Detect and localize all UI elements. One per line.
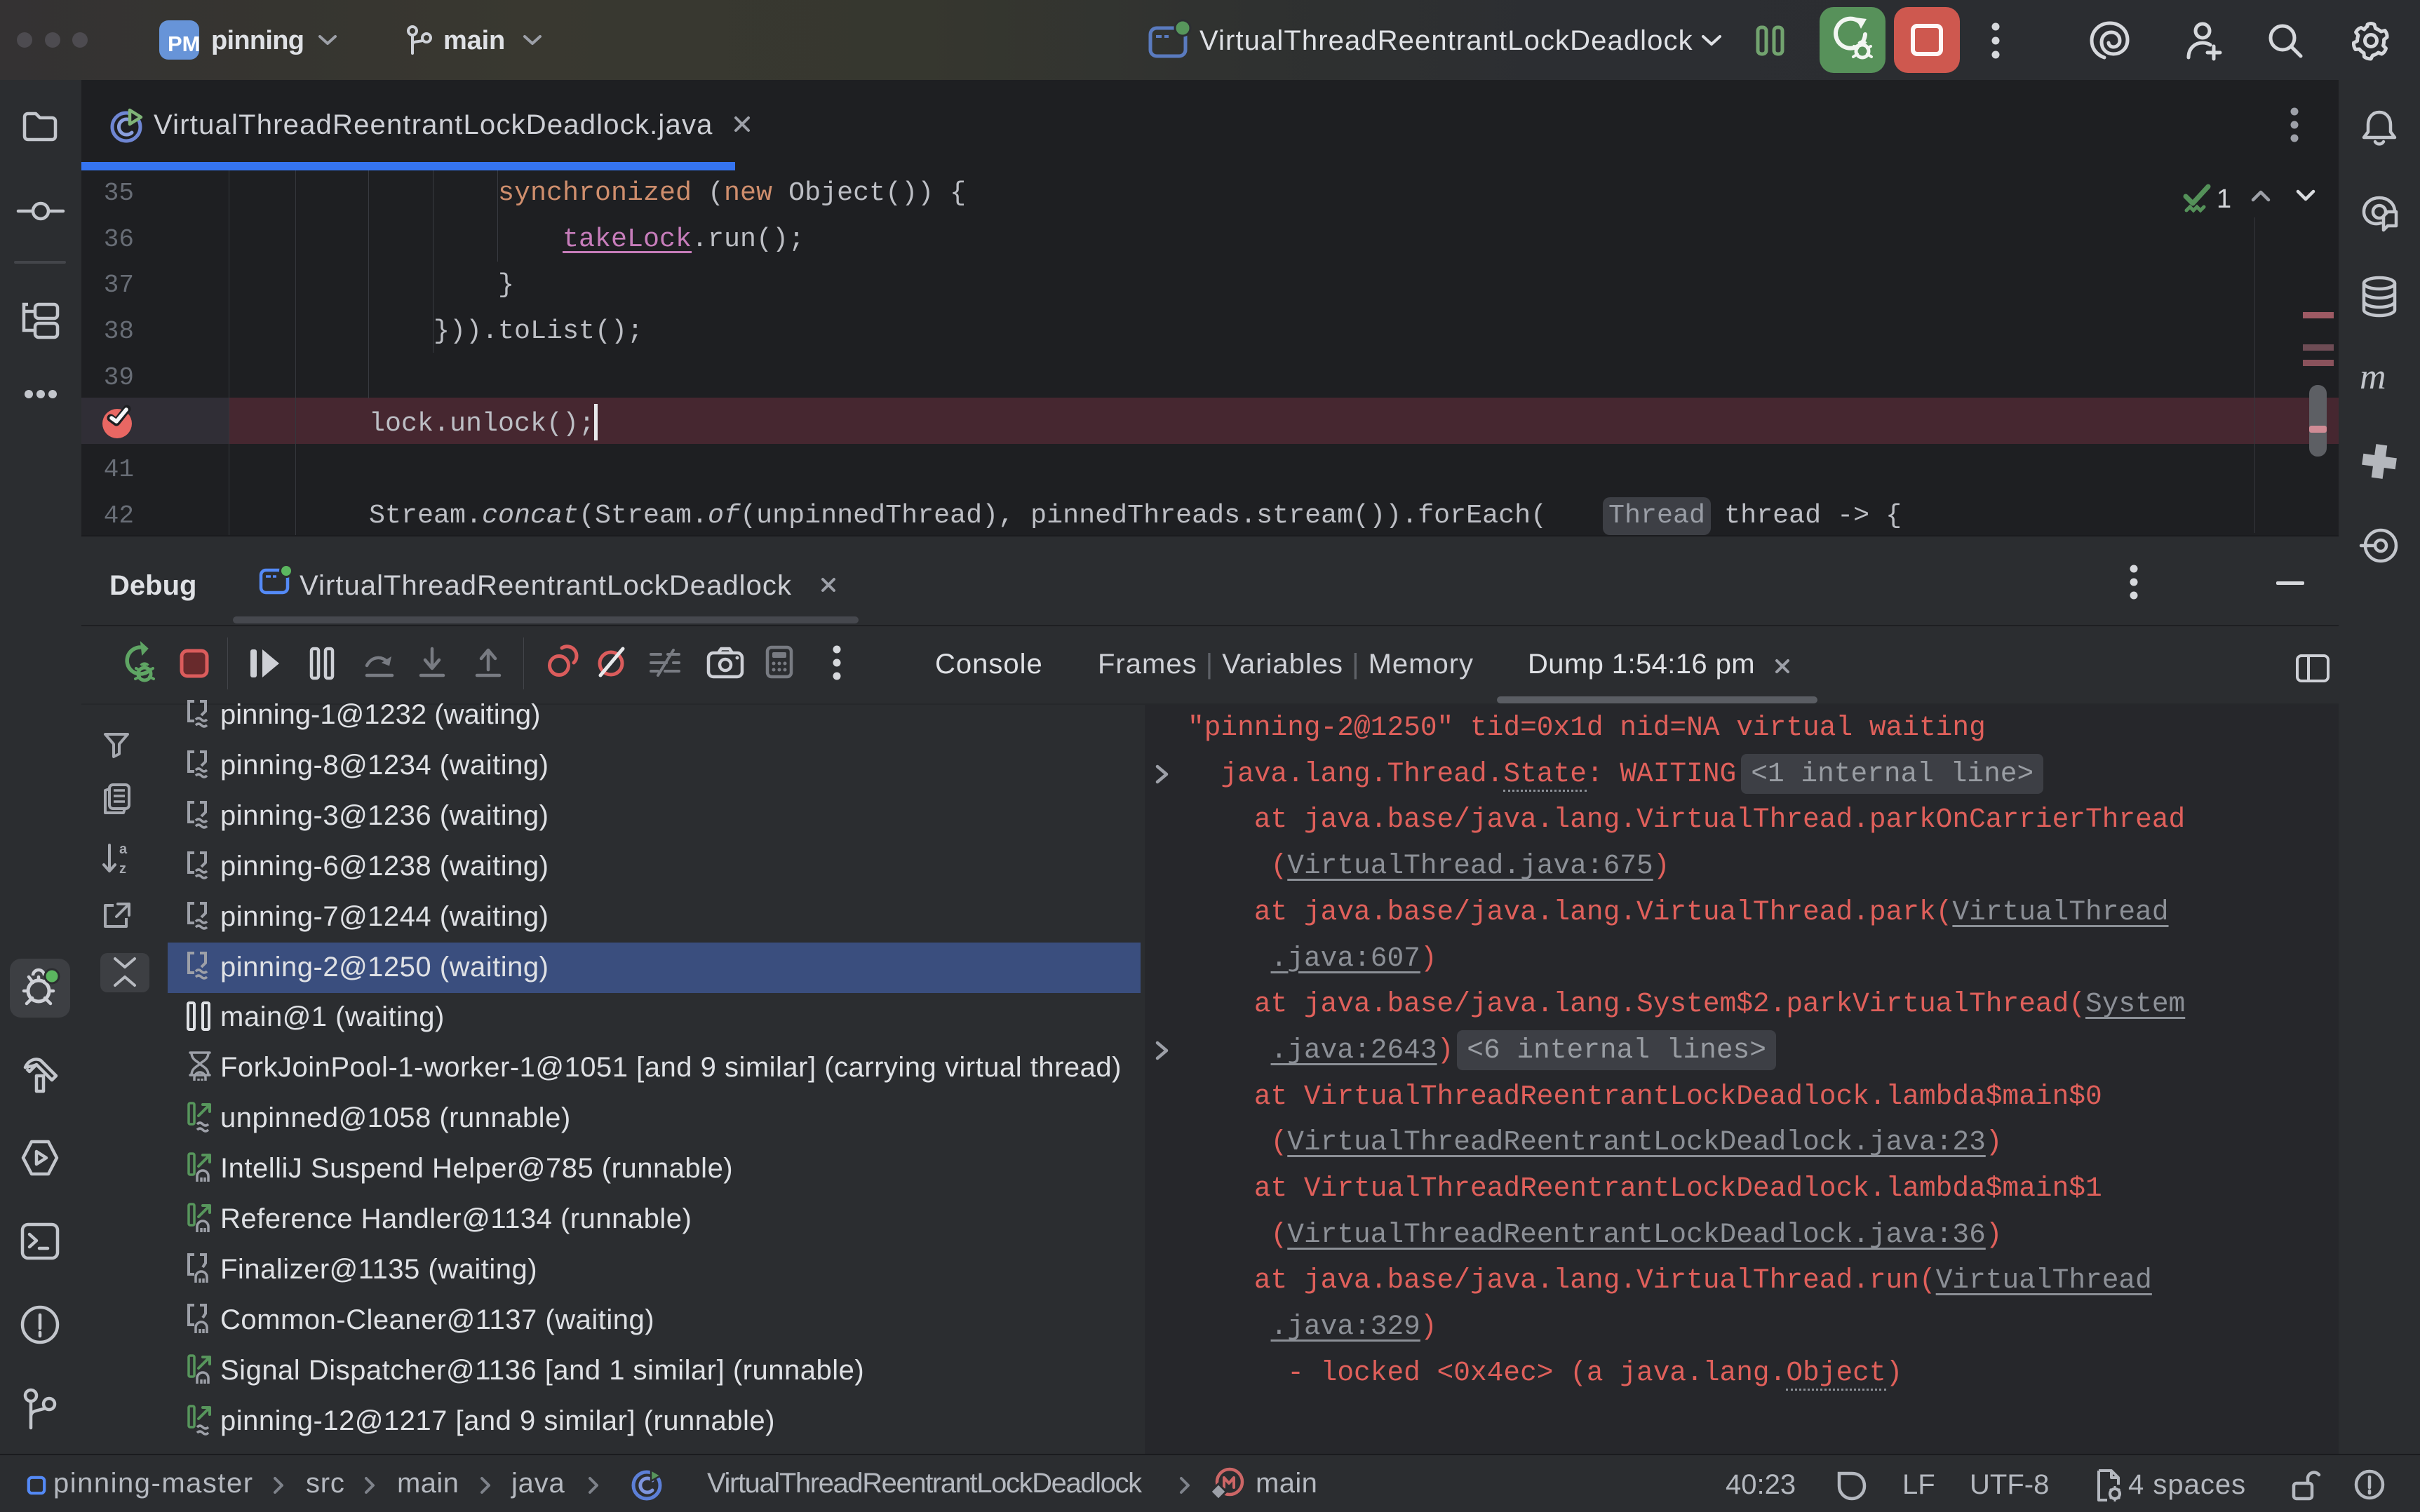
svg-text:m: m [2360,357,2386,397]
svg-text:z: z [119,861,126,877]
svg-text:a: a [119,842,128,857]
